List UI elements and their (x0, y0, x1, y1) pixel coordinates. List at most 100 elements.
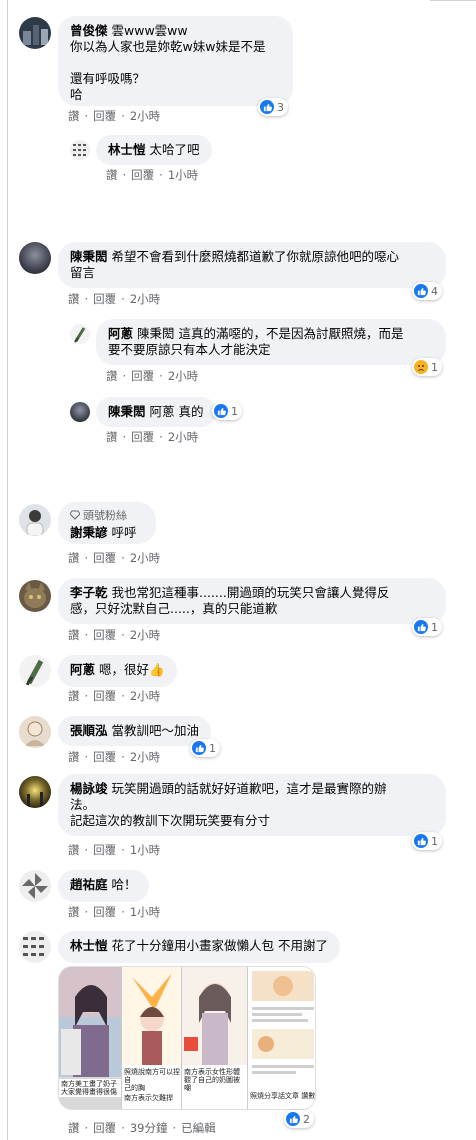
avatar[interactable] (19, 17, 51, 49)
author-name[interactable]: 曾俊傑 (70, 23, 108, 38)
reply-button[interactable]: 回覆 (93, 904, 116, 920)
edited-label[interactable]: 已編輯 (181, 1120, 216, 1136)
avatar[interactable] (19, 870, 51, 902)
reply-button[interactable]: 回覆 (93, 627, 116, 643)
comment-bubble: 曾俊傑 雲www雲ww 你以為人家也是妳乾w妹w妹是不是 還有呼吸嗎？ 哈 (58, 16, 293, 106)
reply-button[interactable]: 回覆 (93, 108, 116, 124)
timestamp[interactable]: 2小時 (130, 550, 160, 566)
author-name[interactable]: 阿蔥 (70, 662, 95, 677)
timestamp[interactable]: 1小時 (168, 167, 198, 183)
comment-bubble: 趙祐庭 哈！ (58, 870, 149, 902)
comment-text: 哈！ (111, 877, 137, 892)
like-icon (414, 834, 428, 848)
like-button[interactable]: 讚 (68, 291, 80, 307)
screenshot-thumbnail (248, 967, 315, 1087)
like-button[interactable]: 讚 (68, 550, 80, 566)
timestamp[interactable]: 2小時 (130, 291, 160, 307)
anime-illustration (122, 967, 181, 1065)
comment-bubble: 張順泓 當教訓吧～加油 (58, 716, 212, 746)
like-button[interactable]: 讚 (106, 429, 118, 445)
avatar[interactable] (70, 140, 90, 160)
comment-actions: 讚 · 回覆 · 39分鐘 · 已編輯 (68, 1120, 216, 1136)
comment-bubble: 李子乾 我也常犯這種事.......開過頭的玩笑只會讓人覺得反 感，只好沈默自己.… (58, 578, 446, 624)
timestamp[interactable]: 2小時 (130, 627, 160, 643)
like-icon (414, 620, 428, 634)
author-name[interactable]: 林士愷 (108, 142, 146, 157)
reaction-count[interactable]: 1 (412, 832, 442, 850)
avatar[interactable] (19, 655, 51, 687)
timestamp[interactable]: 2小時 (130, 108, 160, 124)
reaction-count[interactable]: 4 (412, 282, 442, 300)
reply-button[interactable]: 回覆 (93, 688, 116, 704)
like-button[interactable]: 讚 (68, 904, 80, 920)
avatar[interactable] (19, 776, 51, 808)
attached-image[interactable]: 南方美工畫了奶子 大家覺得畫得很傷 照燒說南方可以捏自 己的胸 南方表示欠難捍 … (58, 966, 316, 1110)
reply-button[interactable]: 回覆 (131, 368, 154, 384)
timestamp[interactable]: 2小時 (168, 368, 198, 384)
comment-bubble: 楊詠竣 玩笑開過頭的話就好好道歉吧，這才是最實際的辦 法。 記起這次的教訓下次開玩… (58, 774, 446, 836)
avatar[interactable] (19, 716, 51, 748)
author-name[interactable]: 陳秉閎 (108, 404, 146, 419)
comment-text: 花了十分鐘用小畫家做懶人包 不用謝了 (111, 938, 328, 953)
reply-button[interactable]: 回覆 (131, 429, 154, 445)
avatar[interactable] (19, 580, 51, 612)
mention-tag[interactable]: 陳秉閎 (137, 326, 175, 341)
like-button[interactable]: 讚 (106, 368, 118, 384)
author-name[interactable]: 張順泓 (70, 723, 108, 738)
like-button[interactable]: 讚 (68, 842, 80, 858)
like-icon (214, 404, 228, 418)
thread-line (7, 0, 8, 1140)
avatar[interactable] (70, 324, 90, 344)
reaction-count[interactable]: 1 (412, 358, 442, 376)
reply-button[interactable]: 回覆 (93, 550, 116, 566)
reply-button[interactable]: 回覆 (93, 749, 116, 765)
author-name[interactable]: 趙祐庭 (70, 877, 108, 892)
comment-actions: 讚 · 回覆 · 2小時 (68, 550, 161, 566)
avatar[interactable] (70, 402, 90, 422)
reply-button[interactable]: 回覆 (131, 167, 154, 183)
author-name[interactable]: 林士愷 (70, 938, 108, 953)
comment-bubble: 林士愷 花了十分鐘用小畫家做懶人包 不用謝了 (58, 931, 340, 963)
reply-button[interactable]: 回覆 (93, 291, 116, 307)
timestamp[interactable]: 2小時 (130, 749, 160, 765)
comment-actions: 讚 · 回覆 · 1小時 (68, 904, 161, 920)
reaction-count[interactable]: 1 (412, 618, 442, 636)
thumbs-up-emoji: 👍 (149, 662, 165, 677)
divider (430, 0, 476, 1)
author-name[interactable]: 阿蔥 (108, 326, 133, 341)
reaction-count[interactable]: 2 (284, 1110, 314, 1128)
comment-text: 當教訓吧～加油 (111, 723, 200, 738)
reaction-count[interactable]: 1 (212, 402, 242, 420)
like-button[interactable]: 讚 (68, 688, 80, 704)
reply-button[interactable]: 回覆 (93, 842, 116, 858)
avatar[interactable] (19, 242, 51, 274)
comic-panel: 南方表示女性形體 觀了自己的奶圖被 嘲 (181, 967, 247, 1109)
comment-actions: 讚 · 回覆 · 1小時 (68, 842, 161, 858)
like-button[interactable]: 讚 (68, 1120, 80, 1136)
timestamp[interactable]: 1小時 (130, 904, 160, 920)
comment-bubble: 陳秉閎 希望不會看到什麼照燒都道歉了你就原諒他吧的噁心 留言 (58, 242, 446, 288)
comic-panel: 照燒分享話文章 讚數 (247, 967, 315, 1109)
comment-actions: 讚 · 回覆 · 2小時 (68, 291, 161, 307)
comment-text: 太哈了吧 (149, 142, 200, 157)
like-button[interactable]: 讚 (106, 167, 118, 183)
timestamp[interactable]: 39分鐘 (130, 1120, 168, 1136)
reaction-count[interactable]: 3 (258, 98, 288, 116)
timestamp[interactable]: 1小時 (130, 842, 160, 858)
author-name[interactable]: 謝秉諺 (70, 525, 108, 540)
avatar[interactable] (19, 504, 51, 536)
reply-button[interactable]: 回覆 (93, 1120, 116, 1136)
like-button[interactable]: 讚 (68, 749, 80, 765)
avatar[interactable] (19, 931, 51, 963)
comment-bubble: 阿蔥 嗯，很好👍 (58, 655, 177, 687)
mention-tag[interactable]: 阿蔥 (150, 404, 175, 419)
like-button[interactable]: 讚 (68, 108, 80, 124)
timestamp[interactable]: 2小時 (168, 429, 198, 445)
comment-actions: 讚 · 回覆 · 2小時 (106, 368, 199, 384)
author-name[interactable]: 陳秉閎 (70, 249, 108, 264)
like-button[interactable]: 讚 (68, 627, 80, 643)
author-name[interactable]: 李子乾 (70, 585, 108, 600)
reaction-count[interactable]: 1 (190, 739, 220, 757)
timestamp[interactable]: 2小時 (130, 688, 160, 704)
author-name[interactable]: 楊詠竣 (70, 781, 108, 796)
